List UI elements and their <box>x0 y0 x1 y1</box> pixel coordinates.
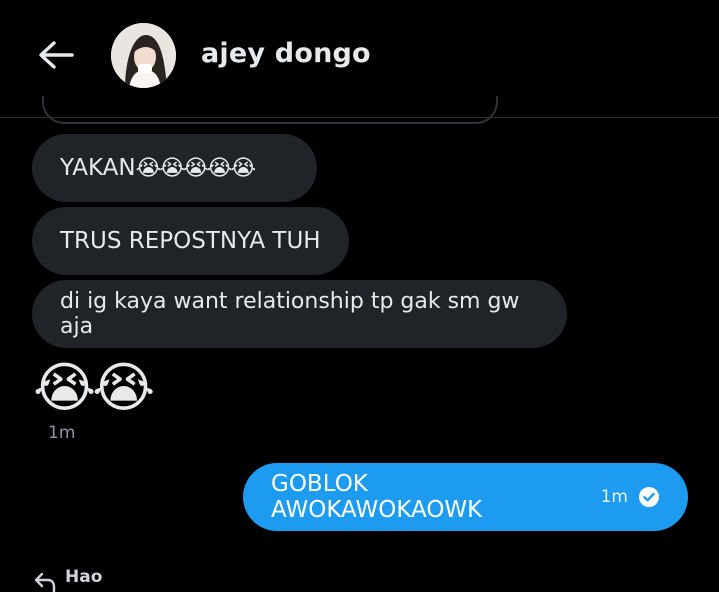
message-text: di ig kaya want relationship tp gak sm g… <box>60 289 520 339</box>
message-bubble-outgoing[interactable]: GOBLOK AWOKAWOKAOWK 1m <box>243 463 688 531</box>
previous-message-bubble <box>42 96 498 124</box>
arrow-left-icon <box>39 41 74 69</box>
dm-conversation: ajey dongo YAKAN 😭😭😭😭😭 TRUS REPOSTNYA TUH… <box>0 0 719 592</box>
message-text: YAKAN <box>60 155 136 181</box>
avatar[interactable] <box>111 23 176 88</box>
reply-arrow-icon <box>34 572 56 592</box>
message-bubble-incoming[interactable]: TRUS REPOSTNYA TUH <box>32 207 349 275</box>
message-bubble-incoming[interactable]: YAKAN 😭😭😭😭😭 <box>32 134 317 202</box>
user-avatar <box>111 23 176 88</box>
chat-name[interactable]: ajey dongo <box>201 38 371 69</box>
message-bubble-incoming[interactable]: di ig kaya want relationship tp gak sm g… <box>32 280 567 348</box>
back-button[interactable] <box>36 38 76 72</box>
message-text: TRUS REPOSTNYA TUH <box>60 228 321 254</box>
message-timestamp: 1m <box>48 423 76 443</box>
crying-emoji-icon: 😭😭 <box>33 356 155 420</box>
emoji-message[interactable]: 😭😭 <box>33 354 155 420</box>
reply-author: Hao <box>65 567 103 587</box>
message-timestamp: 1m <box>600 487 628 507</box>
crying-emoji-icon: 😭😭😭😭😭 <box>135 155 257 181</box>
message-text: GOBLOK AWOKAWOKAOWK <box>271 471 483 523</box>
reply-context[interactable]: Hao <box>33 566 102 592</box>
check-circle-icon <box>638 486 660 508</box>
